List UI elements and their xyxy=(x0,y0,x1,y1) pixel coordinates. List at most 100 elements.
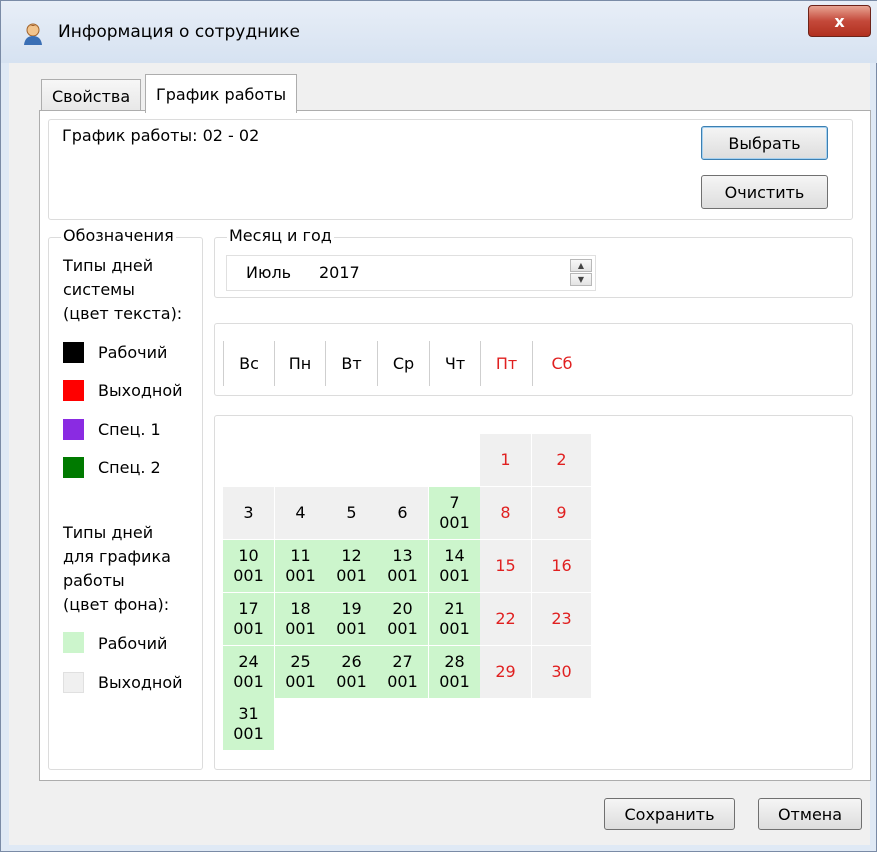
calendar-day-number: 6 xyxy=(397,503,408,522)
calendar-day-code: 001 xyxy=(285,672,316,691)
year-value: 2017 xyxy=(319,263,360,282)
calendar-day[interactable]: 6 xyxy=(377,487,428,539)
calendar-day-number: 1 xyxy=(500,450,511,469)
select-button[interactable]: Выбрать xyxy=(701,126,828,160)
calendar-day-number: 13 xyxy=(392,546,413,565)
legend-special2: Спец. 2 xyxy=(98,458,161,477)
calendar-day-number: 8 xyxy=(500,503,511,522)
calendar-day-code: 001 xyxy=(439,672,470,691)
calendar-day-number: 14 xyxy=(444,546,465,565)
calendar-day[interactable]: 16 xyxy=(532,540,591,592)
calendar-day[interactable]: 30 xyxy=(532,646,591,698)
calendar-day-number: 4 xyxy=(295,503,306,522)
save-button[interactable]: Сохранить xyxy=(604,798,735,830)
calendar-day[interactable]: 21 001 xyxy=(429,593,480,645)
legend-title: Обозначения xyxy=(61,226,176,245)
calendar-day-number: 16 xyxy=(551,556,572,575)
weekday-header-cell: Вс xyxy=(223,341,274,386)
system-types-line-3: (цвет текста): xyxy=(63,304,183,323)
calendar-day[interactable]: 13 001 xyxy=(377,540,428,592)
calendar-day[interactable]: 5 xyxy=(326,487,377,539)
calendar-day-number: 29 xyxy=(495,662,516,681)
calendar-day[interactable]: 28 001 xyxy=(429,646,480,698)
calendar-day-number: 31 xyxy=(238,704,259,723)
calendar-day-code: 001 xyxy=(336,566,367,585)
calendar-day-number: 19 xyxy=(341,599,362,618)
close-button[interactable]: x xyxy=(808,5,871,37)
calendar-day[interactable]: 11 001 xyxy=(275,540,326,592)
month-year-spinner[interactable]: Июль 2017 ▲ ▼ xyxy=(226,255,596,291)
user-icon xyxy=(24,23,42,45)
calendar-day-code: 001 xyxy=(439,619,470,638)
calendar-day-number: 9 xyxy=(556,503,567,522)
calendar-day-number: 17 xyxy=(238,599,259,618)
calendar-day[interactable]: 7 001 xyxy=(429,487,480,539)
weekday-header-cell: Чт xyxy=(429,341,480,386)
save-button-label: Сохранить xyxy=(624,804,715,824)
calendar-day-number: 11 xyxy=(290,546,311,565)
calendar-day[interactable]: 29 xyxy=(480,646,531,698)
window-title: Информация о сотруднике xyxy=(58,22,301,42)
calendar-day[interactable]: 31 001 xyxy=(223,698,274,750)
calendar-day[interactable]: 4 xyxy=(275,487,326,539)
calendar-day[interactable]: 23 xyxy=(532,593,591,645)
calendar-day-number: 28 xyxy=(444,652,465,671)
system-types-heading: Типы дней системы (цвет текста): xyxy=(63,254,182,326)
schedule-row: График работы: 02 - 02 xyxy=(62,126,259,145)
calendar-day[interactable]: 27 001 xyxy=(377,646,428,698)
calendar-day[interactable]: 15 xyxy=(480,540,531,592)
legend-dayoff-bg: Выходной xyxy=(98,673,183,692)
schedule-label: График работы: xyxy=(62,126,198,145)
calendar-day[interactable]: 3 xyxy=(223,487,274,539)
calendar-day[interactable]: 19 001 xyxy=(326,593,377,645)
calendar-day[interactable]: 26 001 xyxy=(326,646,377,698)
calendar-day[interactable]: 2 xyxy=(532,434,591,486)
calendar-day[interactable]: 9 xyxy=(532,487,591,539)
calendar-day-number: 10 xyxy=(238,546,259,565)
calendar-day-number: 3 xyxy=(243,503,254,522)
month-year-title: Месяц и год xyxy=(227,226,334,245)
calendar-day[interactable]: 25 001 xyxy=(275,646,326,698)
spin-down-icon[interactable]: ▼ xyxy=(570,273,592,286)
calendar-day[interactable]: 24 001 xyxy=(223,646,274,698)
calendar-day[interactable]: 8 xyxy=(480,487,531,539)
weekday-header-cell: Сб xyxy=(532,341,591,386)
legend-dayoff-text: Выходной xyxy=(98,381,183,400)
calendar-day-number: 27 xyxy=(392,652,413,671)
swatch-dayoff-text xyxy=(63,380,84,401)
calendar-day-code: 001 xyxy=(233,619,264,638)
clear-button[interactable]: Очистить xyxy=(701,175,828,209)
calendar-day[interactable]: 17 001 xyxy=(223,593,274,645)
schedule-types-line-1: Типы дней xyxy=(63,523,154,542)
calendar-day[interactable]: 10 001 xyxy=(223,540,274,592)
swatch-working-bg xyxy=(63,632,84,653)
calendar-day-code: 001 xyxy=(439,566,470,585)
calendar-day-code: 001 xyxy=(285,619,316,638)
calendar-day-number: 21 xyxy=(444,599,465,618)
calendar-day[interactable]: 22 xyxy=(480,593,531,645)
employee-info-window: Информация о сотруднике x Свойства Графи… xyxy=(0,0,877,852)
cancel-button-label: Отмена xyxy=(777,804,843,824)
calendar-day-code: 001 xyxy=(336,672,367,691)
weekday-header-cell: Пт xyxy=(480,341,532,386)
system-types-line-1: Типы дней xyxy=(63,256,154,275)
tab-schedule[interactable]: График работы xyxy=(145,74,298,113)
spin-arrows: ▲ ▼ xyxy=(570,259,592,287)
weekday-header-cell: Вт xyxy=(325,341,377,386)
calendar-day[interactable]: 14 001 xyxy=(429,540,480,592)
tab-properties[interactable]: Свойства xyxy=(41,79,142,113)
calendar-day-code: 001 xyxy=(233,566,264,585)
calendar-day[interactable]: 1 xyxy=(480,434,531,486)
calendar-day-number: 2 xyxy=(556,450,567,469)
spin-up-icon[interactable]: ▲ xyxy=(570,259,592,272)
calendar-day-number: 7 xyxy=(449,493,460,512)
calendar-day-number: 15 xyxy=(495,556,516,575)
schedule-types-line-2: для графика xyxy=(63,547,171,566)
calendar-day-number: 24 xyxy=(238,652,259,671)
calendar-day[interactable]: 18 001 xyxy=(275,593,326,645)
calendar-day[interactable]: 20 001 xyxy=(377,593,428,645)
cancel-button[interactable]: Отмена xyxy=(758,798,862,830)
calendar-day[interactable]: 12 001 xyxy=(326,540,377,592)
tab-properties-label: Свойства xyxy=(52,87,131,106)
weekday-header-cell: Ср xyxy=(377,341,429,386)
